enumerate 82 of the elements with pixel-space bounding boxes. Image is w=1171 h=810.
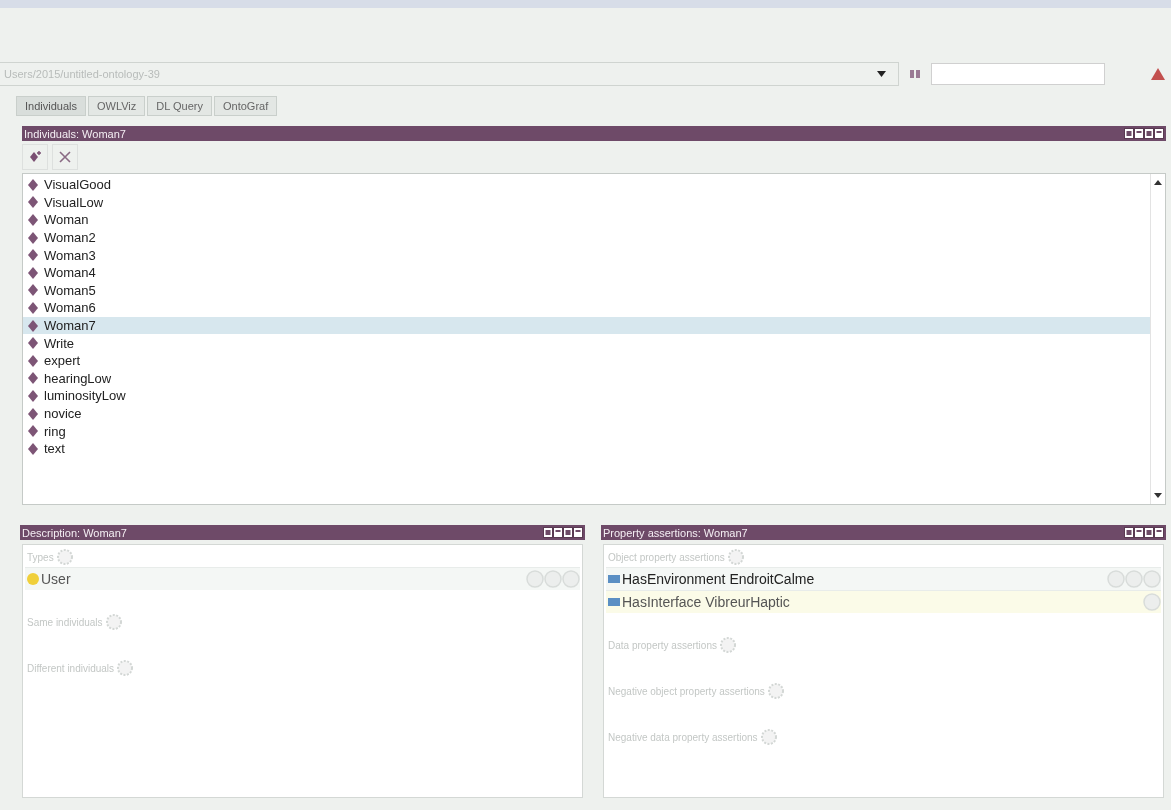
action-icon[interactable] bbox=[544, 570, 562, 588]
diamond-icon bbox=[28, 301, 38, 314]
view-buttons-icon[interactable] bbox=[543, 527, 583, 538]
assertion-row[interactable]: HasEnvironment EndroitCalme bbox=[606, 567, 1161, 590]
scroll-down-icon[interactable] bbox=[1154, 493, 1162, 498]
individual-item[interactable]: Woman7 bbox=[23, 316, 1150, 335]
add-icon[interactable] bbox=[767, 683, 784, 699]
add-icon[interactable] bbox=[727, 549, 744, 565]
section-label: Same individuals bbox=[27, 616, 103, 628]
individual-item[interactable]: VisualGood bbox=[23, 176, 1150, 194]
panel-title: Description: Woman7 bbox=[22, 526, 127, 539]
scroll-up-icon[interactable] bbox=[1154, 180, 1162, 185]
add-individual-button[interactable] bbox=[22, 144, 48, 170]
individual-item[interactable]: ring bbox=[23, 422, 1150, 440]
individual-item[interactable]: Woman6 bbox=[23, 299, 1150, 317]
panel-title: Individuals: Woman7 bbox=[24, 127, 126, 140]
action-icon[interactable] bbox=[1125, 570, 1143, 588]
section-label: Types bbox=[27, 551, 54, 563]
diamond-icon bbox=[28, 425, 38, 438]
delete-button[interactable] bbox=[52, 144, 78, 170]
individual-item[interactable]: Woman5 bbox=[23, 281, 1150, 300]
individual-item[interactable]: Woman3 bbox=[23, 246, 1150, 264]
section-label: Object property assertions bbox=[608, 551, 725, 563]
assertion-text: HasInterface VibreurHaptic bbox=[622, 594, 790, 610]
warning-icon[interactable] bbox=[1151, 68, 1165, 80]
diamond-icon bbox=[28, 407, 38, 420]
action-icon[interactable] bbox=[1143, 593, 1161, 611]
individual-item[interactable]: Woman4 bbox=[23, 263, 1150, 282]
diamond-icon bbox=[28, 389, 38, 402]
tab[interactable]: OntoGraf bbox=[214, 96, 278, 116]
add-icon[interactable] bbox=[117, 660, 134, 676]
panel-title: Property assertions: Woman7 bbox=[603, 526, 748, 539]
diamond-plus-icon bbox=[28, 150, 42, 164]
diamond-icon bbox=[28, 249, 38, 262]
close-icon bbox=[58, 150, 72, 164]
individual-item[interactable]: Woman2 bbox=[23, 228, 1150, 247]
assertion-text: HasEnvironment EndroitCalme bbox=[622, 571, 815, 587]
section-label: Different individuals bbox=[27, 662, 115, 674]
search-field[interactable] bbox=[931, 63, 1105, 85]
tab[interactable]: Individuals bbox=[16, 96, 86, 116]
add-icon[interactable] bbox=[719, 637, 736, 653]
diamond-icon bbox=[28, 266, 38, 279]
diamond-icon bbox=[28, 231, 38, 244]
diamond-icon bbox=[28, 284, 38, 297]
assertion-text: User bbox=[41, 571, 71, 587]
property-icon bbox=[608, 575, 620, 583]
property-icon bbox=[608, 598, 620, 606]
action-icon[interactable] bbox=[1143, 570, 1161, 588]
individual-item[interactable]: Write bbox=[23, 334, 1150, 352]
add-icon[interactable] bbox=[56, 549, 73, 565]
search-icon[interactable] bbox=[909, 68, 921, 80]
diamond-icon bbox=[28, 178, 38, 191]
individual-item[interactable]: luminosityLow bbox=[23, 387, 1150, 405]
diamond-icon bbox=[28, 319, 38, 332]
diamond-icon bbox=[28, 372, 38, 385]
section-label: Negative data property assertions bbox=[608, 731, 758, 743]
individual-item[interactable]: Woman bbox=[23, 211, 1150, 229]
assertion-row[interactable]: HasInterface VibreurHaptic bbox=[606, 590, 1161, 613]
action-icon[interactable] bbox=[562, 570, 580, 588]
diamond-icon bbox=[28, 196, 38, 209]
action-icon[interactable] bbox=[526, 570, 544, 588]
diamond-icon bbox=[28, 337, 38, 350]
tab[interactable]: OWLViz bbox=[88, 96, 146, 116]
individual-item[interactable]: VisualLow bbox=[23, 193, 1150, 212]
add-icon[interactable] bbox=[760, 729, 777, 745]
view-buttons-icon[interactable] bbox=[1124, 128, 1164, 139]
individual-item[interactable]: expert bbox=[23, 351, 1150, 370]
tab[interactable]: DL Query bbox=[147, 96, 212, 116]
section-label: Data property assertions bbox=[608, 639, 717, 651]
caret-icon bbox=[877, 71, 886, 77]
class-icon bbox=[27, 573, 39, 585]
add-icon[interactable] bbox=[105, 614, 122, 630]
view-buttons-icon[interactable] bbox=[1124, 527, 1164, 538]
diamond-icon bbox=[28, 214, 38, 226]
diamond-icon bbox=[28, 354, 38, 367]
action-icon[interactable] bbox=[1107, 570, 1125, 588]
assertion-row[interactable]: User bbox=[25, 567, 580, 590]
individual-item[interactable]: text bbox=[23, 439, 1150, 458]
individual-item[interactable]: hearingLow bbox=[23, 369, 1150, 388]
section-label: Negative object property assertions bbox=[608, 685, 765, 697]
diamond-icon bbox=[28, 442, 38, 455]
individual-item[interactable]: novice bbox=[23, 404, 1150, 423]
